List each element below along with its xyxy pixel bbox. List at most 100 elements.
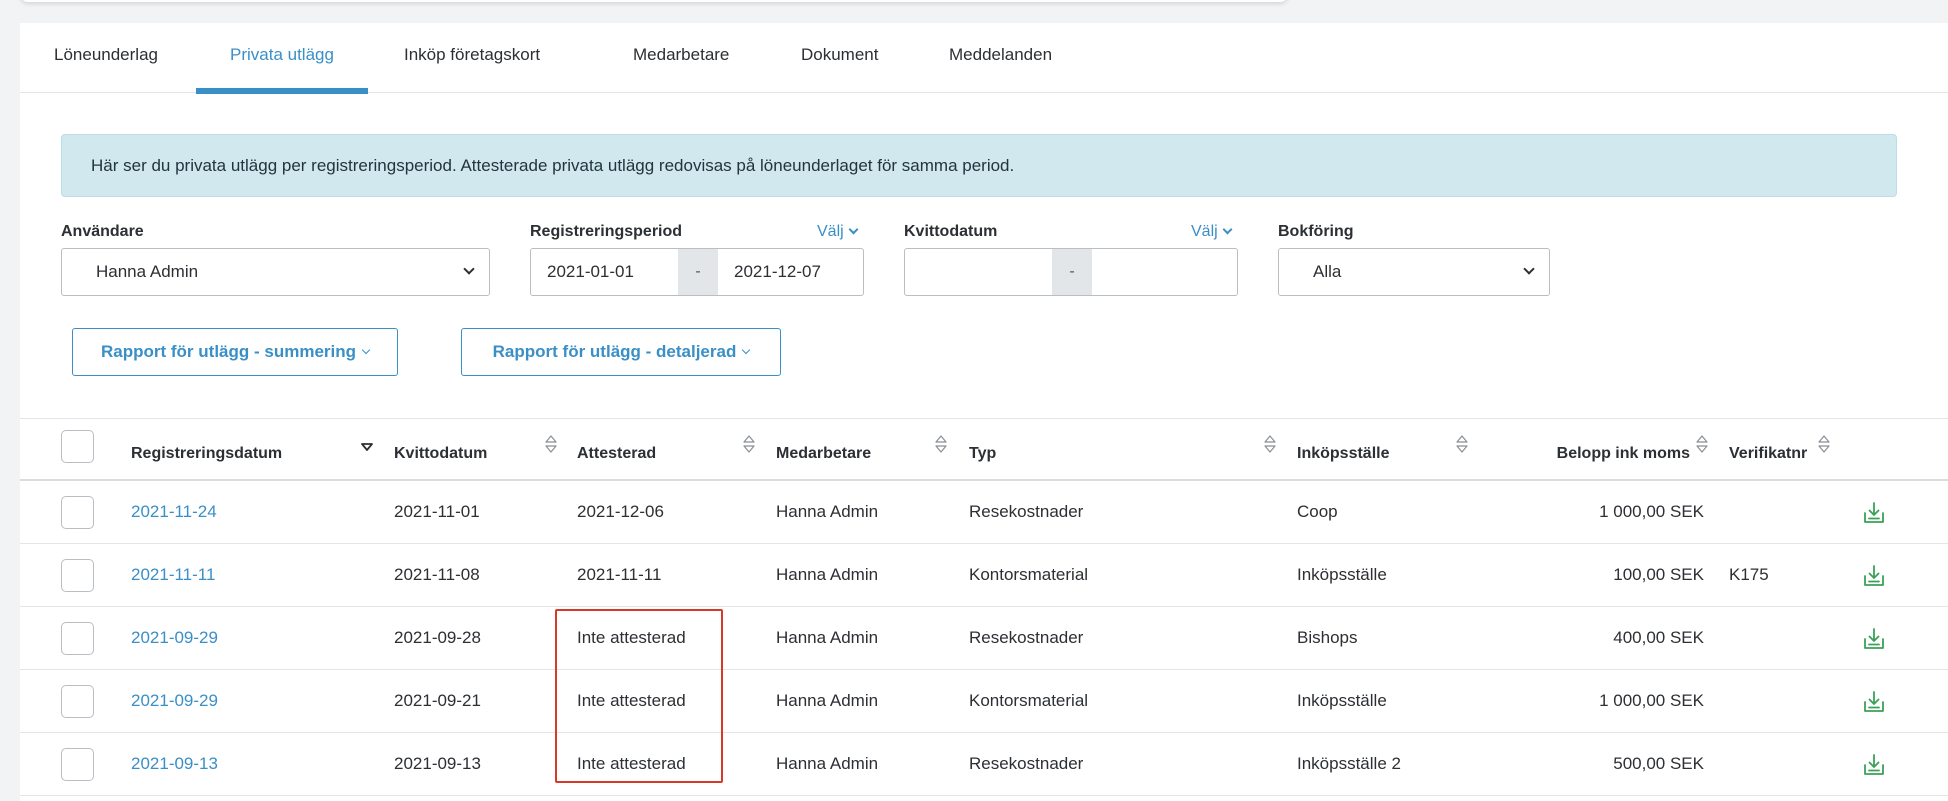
tab-inkop-foretagskort[interactable]: Inköp företagskort: [370, 23, 574, 93]
header-belopp[interactable]: Belopp ink moms: [1420, 419, 1690, 479]
receipt-date-separator: -: [1052, 249, 1092, 295]
header-typ[interactable]: Typ: [969, 419, 996, 479]
employee-name: Hanna Admin: [776, 502, 879, 521]
report-summary-label: Rapport för utlägg - summering: [101, 342, 356, 361]
period-choose-link[interactable]: Välj: [817, 223, 859, 241]
sort-icon[interactable]: [544, 433, 558, 455]
receipt-date-range: -: [904, 248, 1238, 296]
download-icon[interactable]: [1861, 563, 1887, 589]
registered-date-link[interactable]: 2021-11-11: [131, 544, 215, 606]
registered-date-link[interactable]: 2021-09-13: [131, 733, 218, 795]
amount: 400,00 SEK: [1613, 628, 1704, 647]
chevron-down-icon: [1523, 263, 1535, 275]
header-inkopsstalle[interactable]: Inköpsställe: [1297, 419, 1389, 479]
chevron-down-icon: [742, 345, 751, 355]
table-row: 2021-11-11 2021-11-08 2021-11-11 Hanna A…: [20, 544, 1948, 607]
sort-icon[interactable]: [934, 433, 948, 455]
booking-filter-label: Bokföring: [1278, 223, 1354, 240]
header-verifikatnr[interactable]: Verifikatnr: [1729, 419, 1815, 479]
chevron-down-icon: [1222, 224, 1233, 235]
receipt-date: 2021-09-28: [394, 628, 481, 647]
period-filter-label: Registreringsperiod: [530, 223, 683, 240]
period-to-input[interactable]: 2021-12-07: [718, 249, 863, 295]
previous-card-edge: [20, 0, 1288, 2]
report-summary-button[interactable]: Rapport för utlägg - summering: [72, 328, 398, 376]
receipt-from-input[interactable]: [905, 249, 1052, 295]
tab-loneunderlag[interactable]: Löneunderlag: [20, 23, 192, 93]
chevron-down-icon: [361, 345, 371, 355]
header-medarbetare[interactable]: Medarbetare: [776, 419, 871, 479]
expense-type: Resekostnader: [969, 628, 1084, 647]
report-detailed-button[interactable]: Rapport för utlägg - detaljerad: [461, 328, 781, 376]
header-registreringsdatum[interactable]: Registreringsdatum: [131, 419, 282, 479]
employee-name: Hanna Admin: [776, 754, 879, 773]
table-header: Registreringsdatum Kvittodatum Attestera…: [20, 419, 1948, 481]
header-kvittodatum[interactable]: Kvittodatum: [394, 419, 487, 479]
employee-name: Hanna Admin: [776, 691, 879, 710]
receipt-date: 2021-09-13: [394, 754, 481, 773]
receipt-date-choose-link[interactable]: Välj: [1191, 223, 1233, 241]
table-row: 2021-09-29 2021-09-21 Inte attesterad Ha…: [20, 670, 1948, 733]
download-icon[interactable]: [1861, 626, 1887, 652]
employee-name: Hanna Admin: [776, 628, 879, 647]
booking-select-value: Alla: [1313, 262, 1342, 281]
period-choose-label: Välj: [817, 223, 844, 240]
purchase-place: Coop: [1297, 502, 1338, 521]
info-banner: Här ser du privata utlägg per registreri…: [61, 134, 1897, 197]
user-select[interactable]: Hanna Admin: [61, 248, 490, 296]
attested-status: 2021-12-06: [577, 502, 664, 521]
user-select-value: Hanna Admin: [96, 262, 199, 281]
row-checkbox[interactable]: [61, 622, 94, 655]
row-checkbox[interactable]: [61, 559, 94, 592]
purchase-place: Inköpsställe: [1297, 691, 1387, 710]
attested-status: Inte attesterad: [577, 754, 686, 773]
sort-desc-icon[interactable]: [360, 438, 374, 460]
row-checkbox[interactable]: [61, 496, 94, 529]
expense-type: Resekostnader: [969, 502, 1084, 521]
registered-date-link[interactable]: 2021-09-29: [131, 607, 218, 669]
tab-dokument[interactable]: Dokument: [767, 23, 912, 93]
table-row: 2021-11-24 2021-11-01 2021-12-06 Hanna A…: [20, 481, 1948, 544]
attested-status: Inte attesterad: [577, 628, 686, 647]
amount: 1 000,00 SEK: [1599, 691, 1704, 710]
receipt-date-choose-label: Välj: [1191, 223, 1218, 240]
registered-date-link[interactable]: 2021-11-24: [131, 481, 217, 543]
expense-type: Kontorsmaterial: [969, 691, 1089, 710]
select-all-checkbox[interactable]: [61, 430, 94, 463]
download-icon[interactable]: [1861, 752, 1887, 778]
receipt-date: 2021-11-01: [394, 502, 480, 521]
tab-privata-utlagg[interactable]: Privata utlägg: [196, 23, 368, 94]
report-detailed-label: Rapport för utlägg - detaljerad: [492, 342, 737, 361]
sort-icon[interactable]: [1263, 433, 1277, 455]
receipt-date: 2021-09-21: [394, 691, 481, 710]
table-row: 2021-09-13 2021-09-13 Inte attesterad Ha…: [20, 733, 1948, 796]
tab-bar: Löneunderlag Privata utlägg Inköp företa…: [20, 23, 1948, 94]
period-from-input[interactable]: 2021-01-01: [531, 249, 678, 295]
tab-medarbetare[interactable]: Medarbetare: [599, 23, 763, 93]
sort-icon[interactable]: [1695, 433, 1709, 455]
employee-name: Hanna Admin: [776, 565, 879, 584]
sort-icon[interactable]: [742, 433, 756, 455]
registered-date-link[interactable]: 2021-09-29: [131, 670, 218, 732]
attested-status: Inte attesterad: [577, 691, 686, 710]
download-icon[interactable]: [1861, 689, 1887, 715]
receipt-to-input[interactable]: [1092, 249, 1237, 295]
sort-icon[interactable]: [1817, 433, 1831, 455]
chevron-down-icon: [848, 224, 859, 235]
download-icon[interactable]: [1861, 500, 1887, 526]
amount: 500,00 SEK: [1613, 754, 1704, 773]
period-date-range: 2021-01-01 - 2021-12-07: [530, 248, 864, 296]
chevron-down-icon: [463, 263, 475, 275]
expenses-table: Registreringsdatum Kvittodatum Attestera…: [20, 418, 1948, 796]
tab-meddelanden[interactable]: Meddelanden: [915, 23, 1086, 93]
booking-select[interactable]: Alla: [1278, 248, 1550, 296]
row-checkbox[interactable]: [61, 748, 94, 781]
header-attesterad[interactable]: Attesterad: [577, 419, 656, 479]
row-checkbox[interactable]: [61, 685, 94, 718]
attested-status: 2021-11-11: [577, 565, 662, 584]
receipt-date: 2021-11-08: [394, 565, 480, 584]
purchase-place: Bishops: [1297, 628, 1358, 647]
amount: 100,00 SEK: [1613, 565, 1704, 584]
expense-type: Resekostnader: [969, 754, 1084, 773]
purchase-place: Inköpsställe: [1297, 565, 1387, 584]
